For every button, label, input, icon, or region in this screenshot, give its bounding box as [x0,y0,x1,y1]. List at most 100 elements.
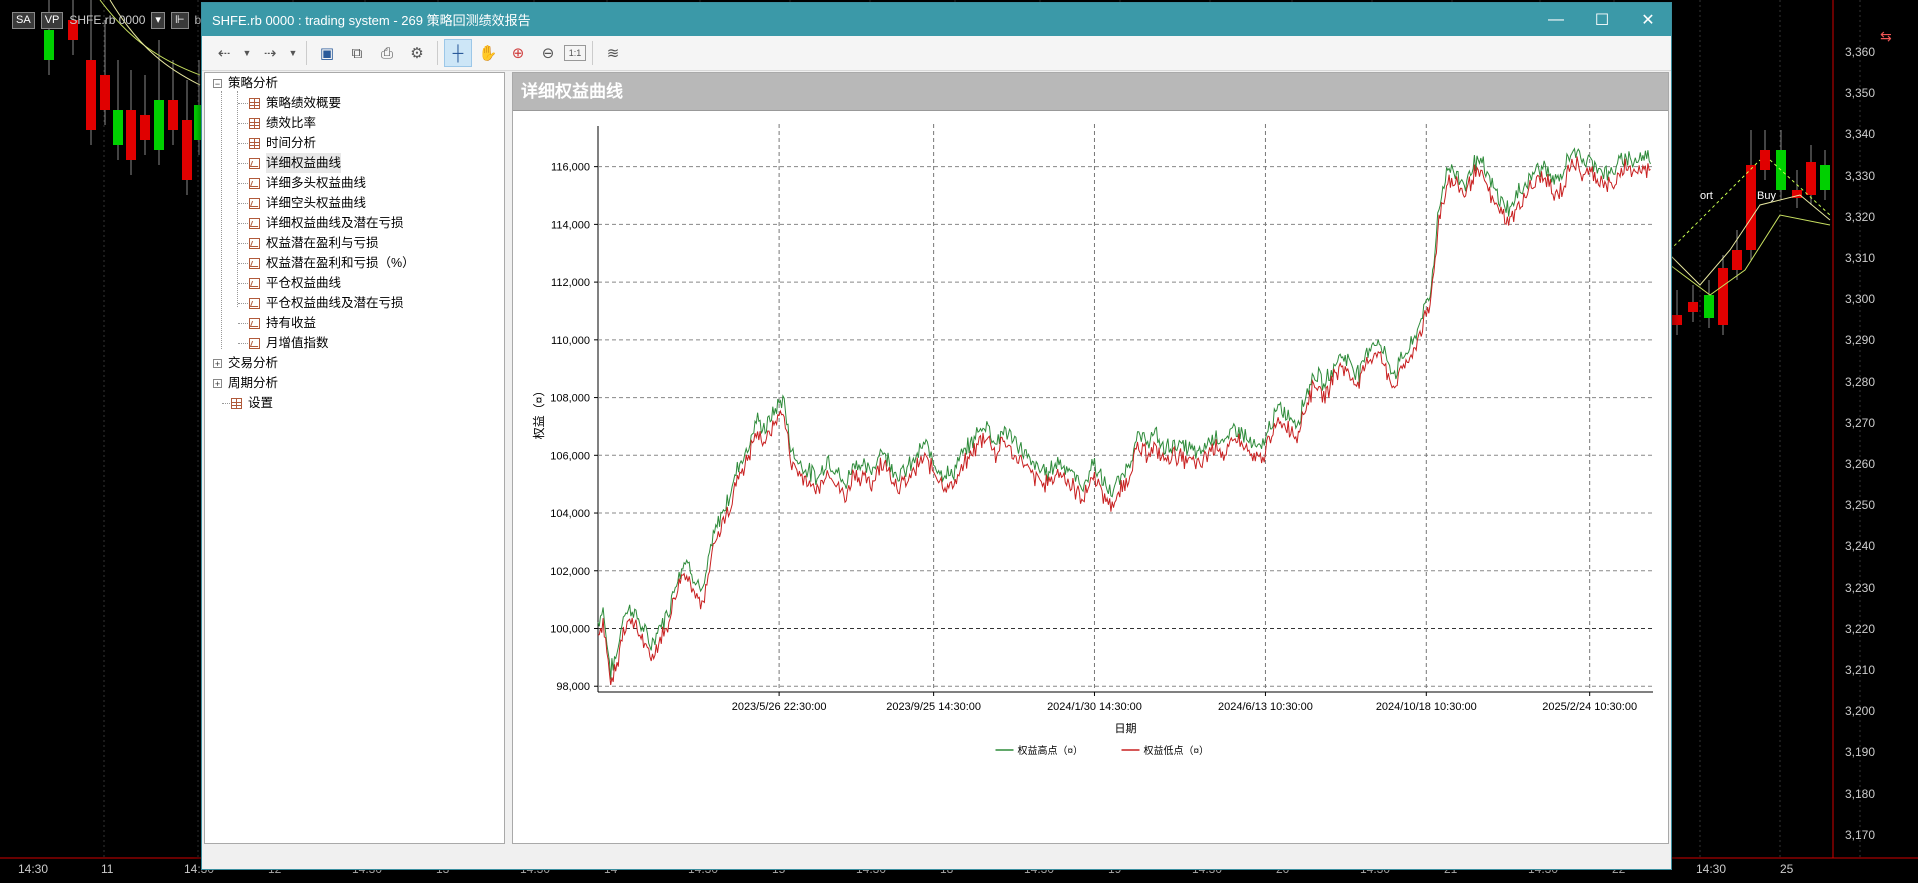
data-point [906,475,908,477]
save-icon[interactable]: ▣ [313,39,341,67]
data-point [764,434,766,436]
toolbar-separator [592,41,593,65]
volume-profile-tag[interactable]: VP [40,11,64,29]
actual-size-icon[interactable]: 1:1 [564,45,586,61]
collapse-icon[interactable]: − [213,78,222,88]
equity-curve-chart[interactable]: 98,000 100,000 102,000 104,000 106,000 108,00… [513,112,1666,840]
expand-icon[interactable]: + [213,378,222,388]
candlestick [1688,302,1698,312]
forward-arrow-icon[interactable]: ⇢ [256,39,284,67]
tree-node-report-1[interactable]: 策略绩效概要 [249,93,341,113]
tree-node-strategy-analysis[interactable]: − 策略分析 [213,73,278,93]
chart-icon [249,337,260,349]
data-point [1598,172,1600,174]
tree-node-report-13[interactable]: 月增值指数 [249,333,329,353]
crosshair-icon[interactable]: ┼ [444,39,472,67]
y-tick-label: 108,000 [550,393,590,405]
tree-label: 详细多头权益曲线 [266,176,367,190]
data-point [1633,166,1635,168]
close-button[interactable]: ✕ [1625,3,1671,36]
tree-label: 详细空头权益曲线 [266,196,367,210]
instrument-tag[interactable]: SA [12,11,35,29]
toolbar-separator [437,41,438,65]
tree-node-period-analysis[interactable]: + 周期分析 [213,373,278,393]
title-bar[interactable]: SHFE.rb 0000 : trading system - 269 策略回测… [202,3,1671,36]
data-point [738,469,740,471]
minimize-button[interactable]: — [1533,3,1579,36]
data-point [1287,420,1289,422]
data-point [1323,391,1325,393]
tree-node-trade-analysis[interactable]: + 交易分析 [213,353,278,373]
tree-connector [238,343,248,344]
dropdown-icon[interactable]: ▼ [286,39,300,67]
tree-node-report-11[interactable]: 平仓权益曲线及潜在亏损 [249,293,404,313]
tree-connector [238,223,248,224]
data-point [844,492,846,494]
hand-icon[interactable]: ✋ [474,39,502,67]
data-point [826,463,828,465]
tree-connector [238,183,248,184]
tree-node-report-7[interactable]: 详细权益曲线及潜在亏损 [249,213,404,233]
tree-node-report-9[interactable]: 权益潜在盈利和亏损（%） [249,253,415,273]
time-tick-label: 14:30 [18,862,49,876]
report-window: SHFE.rb 0000 : trading system - 269 策略回测… [201,2,1672,870]
tree-node-settings[interactable]: 设置 [231,393,273,413]
data-point [1589,166,1591,168]
tree-node-report-5[interactable]: 详细多头权益曲线 [249,173,366,193]
tree-node-report-10[interactable]: 平仓权益曲线 [249,273,341,293]
strategy-arrows-icon[interactable]: ⇆ [1880,28,1892,45]
print-icon[interactable]: ⎙ [373,39,401,67]
tree-node-report-6[interactable]: 详细空头权益曲线 [249,193,366,213]
data-point [1420,322,1422,324]
data-point [800,469,802,471]
y-tick-label: 100,000 [550,623,590,635]
tree-label: 策略分析 [228,76,279,90]
data-point [1261,454,1263,456]
tree-node-report-2[interactable]: 绩效比率 [249,113,316,133]
data-point [1651,160,1653,162]
expand-icon[interactable]: + [213,358,222,368]
chart-mode-icon[interactable]: ⊩ [170,11,189,29]
dropdown-icon[interactable]: ▾ [151,11,165,29]
data-point [658,633,660,635]
price-tick-label: 3,340 [1845,127,1876,142]
tree-node-report-8[interactable]: 权益潜在盈利与亏损 [249,233,379,253]
time-tick-label: 11 [101,862,114,876]
tree-node-report-3[interactable]: 时间分析 [249,133,316,153]
chart-icon [249,277,260,289]
maximize-button[interactable]: ☐ [1579,3,1625,36]
data-point [616,659,618,661]
data-point [1545,172,1547,174]
candlestick [126,110,136,160]
tree-node-report-4[interactable]: 详细权益曲线 [249,153,342,173]
data-point [650,651,652,653]
data-point [1438,212,1440,214]
back-arrow-icon[interactable]: ⇠ [210,39,238,67]
copy-icon[interactable]: ⧉ [343,39,371,67]
zoom-in-icon[interactable]: ⊕ [504,39,532,67]
settings-icon[interactable]: ⚙ [403,39,431,67]
data-point [1163,454,1165,456]
signal-label-buy: Buy [1757,190,1776,202]
data-point [1624,160,1626,162]
chart-style-icon[interactable]: ≋ [599,39,627,67]
data-point [623,619,625,621]
data-point [1332,374,1334,376]
chart-icon [249,197,260,209]
data-point [720,521,722,523]
data-point [597,628,599,630]
price-tick-label: 3,210 [1845,663,1876,677]
dropdown-icon[interactable]: ▼ [240,39,254,67]
data-point [1456,180,1458,182]
data-point [1075,483,1077,485]
tree-node-report-12[interactable]: 持有收益 [249,313,316,333]
tree-label: 权益潜在盈利和亏损（%） [266,256,415,270]
data-point [1580,166,1582,168]
candlestick [1746,165,1756,250]
data-point [897,480,899,482]
candlestick [100,75,110,110]
data-point [1199,460,1201,462]
chart-header: 详细权益曲线 [513,73,1668,111]
price-tick-label: 3,300 [1845,292,1876,307]
zoom-out-icon[interactable]: ⊖ [534,39,562,67]
